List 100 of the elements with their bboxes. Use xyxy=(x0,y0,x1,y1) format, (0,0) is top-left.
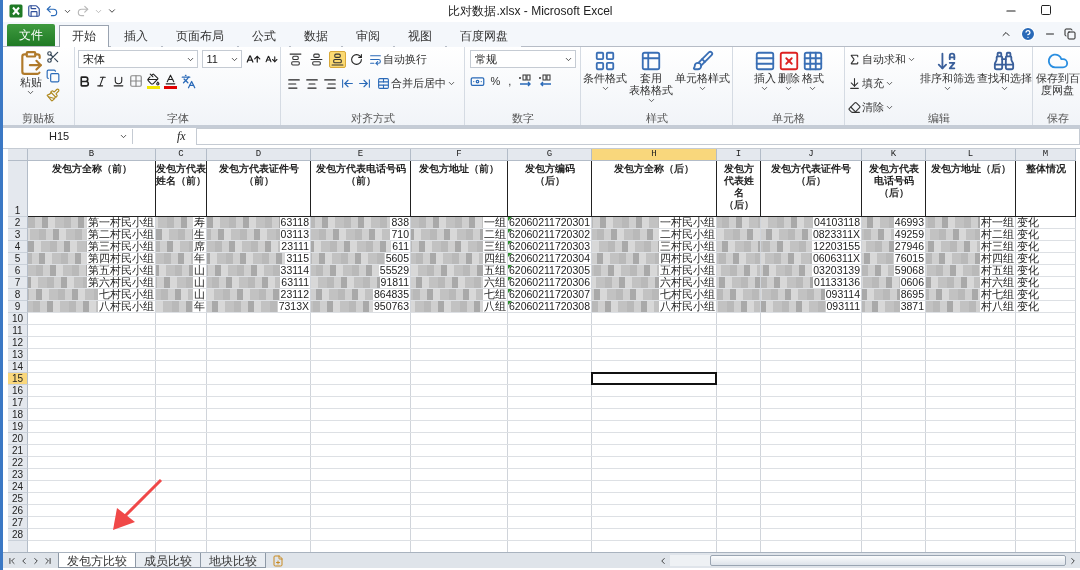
column-header[interactable]: M xyxy=(1016,149,1076,161)
column-header[interactable]: J xyxy=(761,149,862,161)
cell-grid[interactable] xyxy=(28,313,1076,552)
row-header[interactable]: 14 xyxy=(8,361,28,373)
increase-decimal-icon[interactable] xyxy=(517,74,534,88)
row-header[interactable]: 4 xyxy=(8,241,28,253)
font-name-field[interactable]: 宋体 xyxy=(77,50,198,68)
row-header[interactable]: 27 xyxy=(8,517,28,529)
next-sheet-icon[interactable] xyxy=(31,555,41,566)
align-top-button[interactable] xyxy=(287,51,304,68)
save-icon[interactable] xyxy=(27,4,41,18)
column-header[interactable]: C xyxy=(156,149,207,161)
row-header[interactable]: 15 xyxy=(8,373,28,385)
phonetic-guide-icon[interactable] xyxy=(180,73,196,89)
wrap-text-button[interactable]: 自动换行 xyxy=(367,50,429,69)
edit-button[interactable]: 自动求和 xyxy=(845,50,918,69)
row-header[interactable]: 23 xyxy=(8,469,28,481)
row-header[interactable]: 2 xyxy=(8,217,28,229)
sheet-tab[interactable]: 地块比较 xyxy=(200,553,266,568)
style-button[interactable]: 套用 表格格式 xyxy=(629,50,673,105)
row-header[interactable]: 25 xyxy=(8,493,28,505)
sheet-tab[interactable]: 成员比较 xyxy=(135,553,201,568)
edit-button[interactable]: 清除 xyxy=(845,98,918,117)
sheet-tab[interactable]: 发包方比较 xyxy=(58,553,136,568)
font-color-icon[interactable] xyxy=(163,73,177,89)
column-header[interactable]: F xyxy=(411,149,508,161)
restore-icon[interactable] xyxy=(1064,28,1076,40)
row-header[interactable]: 7 xyxy=(8,277,28,289)
file-tab[interactable]: 文件 xyxy=(7,24,55,46)
align-left-icon[interactable] xyxy=(287,76,301,91)
edit-button[interactable]: 查找和选择 xyxy=(976,50,1032,93)
merge-center-button[interactable]: 合并后居中 xyxy=(375,74,458,93)
decrease-indent-icon[interactable] xyxy=(341,77,354,90)
style-button[interactable]: 条件格式 xyxy=(583,50,627,93)
row-header[interactable]: 3 xyxy=(8,229,28,241)
cells-button[interactable]: 插入 xyxy=(753,50,776,93)
row-header[interactable]: 11 xyxy=(8,325,28,337)
row-header[interactable]: 6 xyxy=(8,265,28,277)
align-bottom-button[interactable] xyxy=(329,51,346,68)
align-middle-button[interactable] xyxy=(308,51,325,68)
previous-sheet-icon[interactable] xyxy=(19,555,29,566)
first-sheet-icon[interactable] xyxy=(7,555,17,566)
copy-icon[interactable] xyxy=(45,69,60,83)
column-header[interactable]: B xyxy=(28,149,156,161)
row-header[interactable]: 12 xyxy=(8,337,28,349)
row-header[interactable]: 13 xyxy=(8,349,28,361)
increase-indent-icon[interactable] xyxy=(358,77,371,90)
fill-color-icon[interactable] xyxy=(146,73,160,89)
underline-icon[interactable] xyxy=(111,74,125,88)
format-painter-icon[interactable] xyxy=(45,88,60,102)
row-header[interactable]: 9 xyxy=(8,301,28,313)
row-header[interactable]: 8 xyxy=(8,289,28,301)
cells-button[interactable]: 删除 xyxy=(777,50,800,93)
row-header[interactable]: 28 xyxy=(8,529,28,541)
number-format-field[interactable]: 常规 xyxy=(469,50,576,68)
column-header[interactable]: I xyxy=(717,149,761,161)
last-sheet-icon[interactable] xyxy=(43,555,53,566)
comma-button[interactable]: , xyxy=(506,73,514,89)
row-header[interactable]: 18 xyxy=(8,409,28,421)
column-header[interactable]: L xyxy=(926,149,1016,161)
column-header[interactable]: H xyxy=(592,149,717,161)
cells-button[interactable]: 格式 xyxy=(801,50,824,93)
column-header[interactable]: D xyxy=(207,149,311,161)
row-header[interactable]: 10 xyxy=(8,313,28,325)
row-header[interactable]: 16 xyxy=(8,385,28,397)
customize-toolbar-icon[interactable] xyxy=(107,6,117,16)
decrease-decimal-icon[interactable] xyxy=(537,74,554,88)
percent-button[interactable]: % xyxy=(488,73,503,89)
column-header[interactable]: G xyxy=(508,149,592,161)
row-header[interactable]: 20 xyxy=(8,433,28,445)
text-orientation-icon[interactable] xyxy=(350,53,363,66)
column-header[interactable]: E xyxy=(311,149,411,161)
save-to-cloud-button[interactable]: 保存到百度网盘 xyxy=(1034,50,1080,96)
bold-icon[interactable] xyxy=(77,74,91,88)
font-size-field[interactable]: 11 xyxy=(201,50,242,68)
row-header[interactable]: 22 xyxy=(8,457,28,469)
align-center-icon[interactable] xyxy=(305,76,319,91)
row-header[interactable]: 19 xyxy=(8,421,28,433)
align-right-icon[interactable] xyxy=(323,76,337,91)
italic-icon[interactable] xyxy=(94,74,108,88)
maximize-icon[interactable] xyxy=(1040,4,1052,16)
help-icon[interactable] xyxy=(1020,26,1036,42)
row-header[interactable]: 5 xyxy=(8,253,28,265)
row-header[interactable]: 1 xyxy=(8,161,28,217)
style-button[interactable]: 单元格样式 xyxy=(675,50,730,93)
column-header[interactable]: K xyxy=(862,149,926,161)
paste-button[interactable]: 粘贴 xyxy=(17,50,44,97)
scroll-left-icon[interactable] xyxy=(658,555,668,566)
edit-button[interactable]: 填充 xyxy=(845,74,918,93)
edit-button[interactable]: 排序和筛选 xyxy=(919,50,975,93)
cut-icon[interactable] xyxy=(45,50,60,64)
row-header[interactable]: 24 xyxy=(8,481,28,493)
row-header[interactable]: 17 xyxy=(8,397,28,409)
scroll-right-icon[interactable] xyxy=(1068,555,1078,566)
selected-cell[interactable] xyxy=(591,372,717,385)
undo-icon[interactable] xyxy=(45,4,59,18)
ribbon-tab[interactable]: 开始 xyxy=(59,25,109,47)
row-header[interactable]: 26 xyxy=(8,505,28,517)
insert-function-button[interactable]: fx xyxy=(137,128,192,144)
row-header[interactable]: 21 xyxy=(8,445,28,457)
